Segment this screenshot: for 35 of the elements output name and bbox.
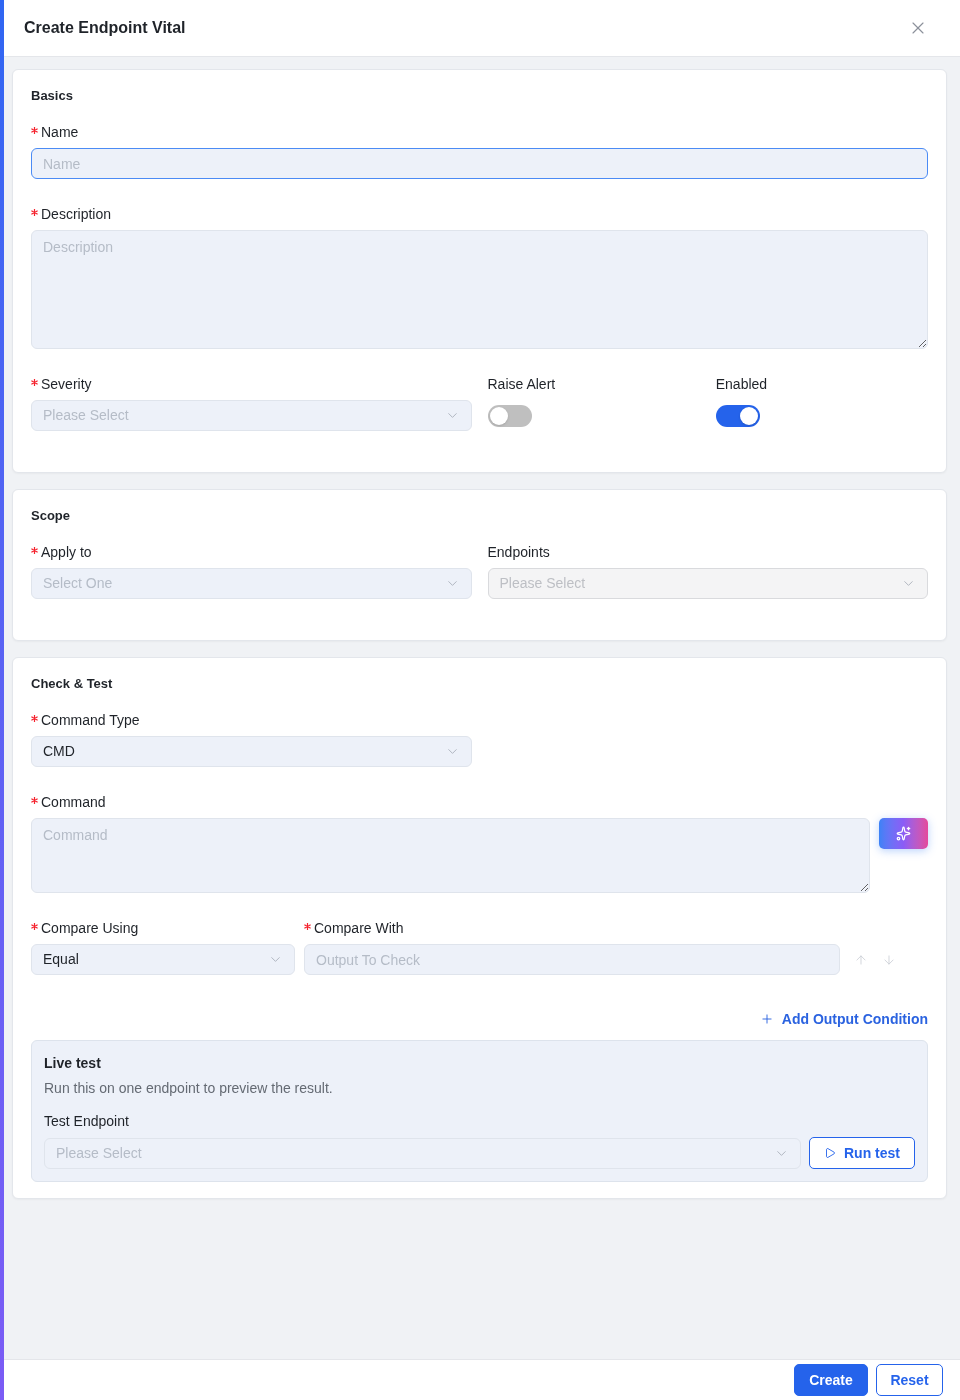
field-label: Raise Alert [487,375,556,394]
dialog-title: Create Endpoint Vital [24,18,186,38]
toggle-switch[interactable] [715,404,760,427]
field-label: Command [41,793,106,812]
play-icon [824,1147,836,1159]
field-label: Test Endpoint [44,1112,129,1131]
field-label: Description [41,205,112,224]
field-label: Severity [41,375,92,394]
description-textarea[interactable]: Description [31,230,928,349]
field-label: Enabled [715,375,768,394]
field-label: Endpoints [487,543,550,562]
field-label: Command Type [41,711,140,730]
field-label: Compare With [314,919,404,938]
toggle-switch[interactable] [487,404,532,427]
panel-description: Run this on one endpoint to preview the result. [44,1079,334,1098]
create-button[interactable]: Create [794,1364,868,1396]
plus-icon [759,1012,774,1026]
field-label: Apply to [41,543,92,562]
field-label: Compare Using [41,919,139,938]
panel-title: Live test [44,1054,102,1073]
compare-with-input[interactable]: Output To Check [304,944,840,975]
section-title: Check & Test [31,676,114,692]
section-title: Basics [31,88,74,104]
command-textarea[interactable]: Command [31,818,870,893]
name-input[interactable]: Name [31,148,928,179]
command-type-select[interactable]: CMD [31,736,472,767]
sparkle-icon [896,826,911,841]
run-test-button[interactable]: Run test [809,1137,915,1169]
reset-button[interactable]: Reset [876,1364,943,1396]
compare-using-select[interactable]: Equal [31,944,295,975]
section-title: Scope [31,508,71,524]
arrow-down-icon [882,952,896,967]
ai-assist-button[interactable] [879,818,928,849]
add-output-condition-link[interactable]: Add Output Condition [759,1007,928,1031]
field-label: Name [41,123,79,142]
